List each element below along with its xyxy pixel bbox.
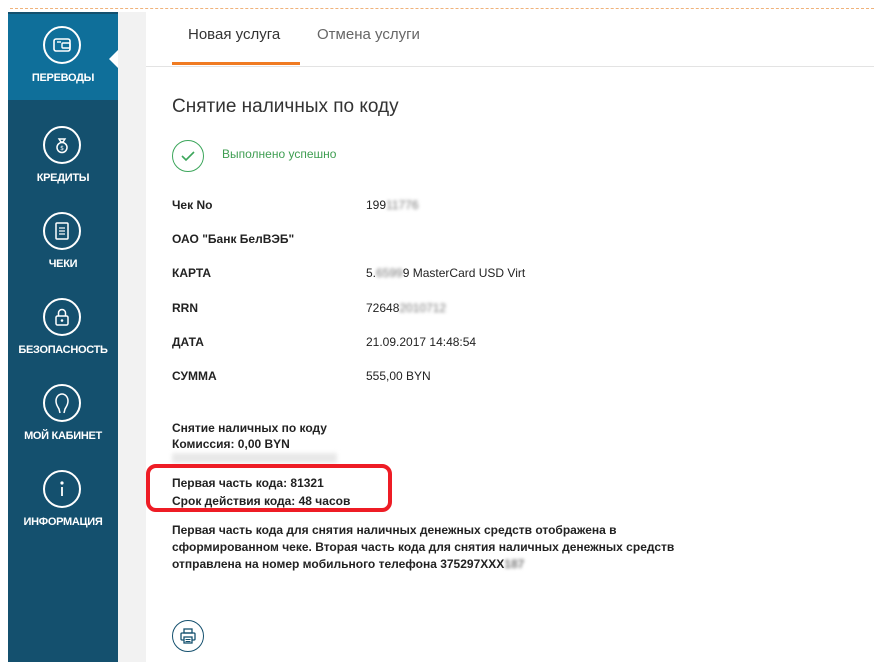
blurred-line xyxy=(172,453,337,463)
receipt-value-rrn: 726482010712 xyxy=(366,301,446,315)
sidebar-item-credits[interactable]: $ КРЕДИТЫ xyxy=(8,114,118,200)
receipt-value-amount: 555,00 BYN xyxy=(366,369,431,383)
main-content: Новая услуга Отмена услуги Снятие наличн… xyxy=(146,12,874,662)
card-number-blurred: 6599 xyxy=(376,266,403,280)
tab-bar: Новая услуга Отмена услуги xyxy=(146,12,874,67)
sidebar-item-information[interactable]: ИНФОРМАЦИЯ xyxy=(8,458,118,544)
receipt-label-date: ДАТА xyxy=(172,335,204,349)
phone-blurred: 187 xyxy=(504,557,525,571)
sidebar: ПЕРЕВОДЫ $ КРЕДИТЫ ЧЕКИ БЕЗОПАСНОСТЬ МОЙ… xyxy=(8,12,118,662)
receipt-label-amount: СУММА xyxy=(172,369,217,383)
sidebar-item-label: ПЕРЕВОДЫ xyxy=(31,72,95,84)
instruction-note: Первая часть кода для снятия наличных де… xyxy=(172,522,692,573)
receipt-value-number: 19911776 xyxy=(366,198,419,212)
commission: Комиссия: 0,00 BYN xyxy=(172,437,290,451)
print-icon[interactable] xyxy=(172,620,204,652)
card-number-prefix: 5. xyxy=(366,266,377,280)
sidebar-item-security[interactable]: БЕЗОПАСНОСТЬ xyxy=(8,286,118,372)
wallet-icon xyxy=(43,26,81,64)
receipt-label-number: Чек No xyxy=(172,198,213,212)
status-message: Выполнено успешно xyxy=(222,147,337,161)
sidebar-item-label: БЕЗОПАСНОСТЬ xyxy=(18,344,108,356)
left-margin xyxy=(0,0,8,662)
sidebar-item-transfers[interactable]: ПЕРЕВОДЫ xyxy=(8,14,118,100)
active-indicator xyxy=(109,50,118,68)
user-icon xyxy=(43,384,81,422)
tab-cancel-service[interactable]: Отмена услуги xyxy=(317,26,420,43)
service-name: Снятие наличных по коду xyxy=(172,421,327,435)
sidebar-item-label: МОЙ КАБИНЕТ xyxy=(24,430,102,442)
sidebar-item-my-account[interactable]: МОЙ КАБИНЕТ xyxy=(8,372,118,458)
sidebar-item-label: КРЕДИТЫ xyxy=(36,172,90,184)
receipt-label-card: КАРТА xyxy=(172,266,212,280)
checkmark-icon xyxy=(172,140,204,172)
note-text: Первая часть кода для снятия наличных де… xyxy=(172,523,675,571)
rrn-visible: 72648 xyxy=(366,301,400,315)
receipt-label-rrn: RRN xyxy=(172,301,198,315)
sidebar-item-label: ИНФОРМАЦИЯ xyxy=(23,516,103,528)
active-tab-underline xyxy=(172,62,300,65)
sidebar-gutter xyxy=(118,12,146,662)
tab-new-service[interactable]: Новая услуга xyxy=(188,26,280,43)
money-bag-icon: $ xyxy=(43,126,81,164)
top-dashed-border xyxy=(0,8,874,9)
sidebar-item-receipts[interactable]: ЧЕКИ xyxy=(8,200,118,286)
receipt-icon xyxy=(43,212,81,250)
rrn-blurred: 2010712 xyxy=(399,301,447,315)
receipt-label-bank: ОАО "Банк БелВЭБ" xyxy=(172,232,295,246)
page-title: Снятие наличных по коду xyxy=(172,96,399,117)
info-icon xyxy=(43,470,81,508)
receipt-number-visible: 199 xyxy=(366,198,387,212)
card-number-suffix: 9 MasterCard USD Virt xyxy=(402,266,526,280)
svg-text:$: $ xyxy=(60,145,64,152)
receipt-value-card: 5.65999 MasterCard USD Virt xyxy=(366,266,525,280)
service-details: Снятие наличных по коду Комиссия: 0,00 B… xyxy=(172,420,327,452)
receipt-value-date: 21.09.2017 14:48:54 xyxy=(366,335,477,349)
app-window: ПЕРЕВОДЫ $ КРЕДИТЫ ЧЕКИ БЕЗОПАСНОСТЬ МОЙ… xyxy=(0,0,874,662)
receipt-number-blurred: 11776 xyxy=(386,198,419,212)
sidebar-item-label: ЧЕКИ xyxy=(48,258,78,270)
lock-icon xyxy=(43,298,81,336)
highlight-box xyxy=(146,464,392,512)
